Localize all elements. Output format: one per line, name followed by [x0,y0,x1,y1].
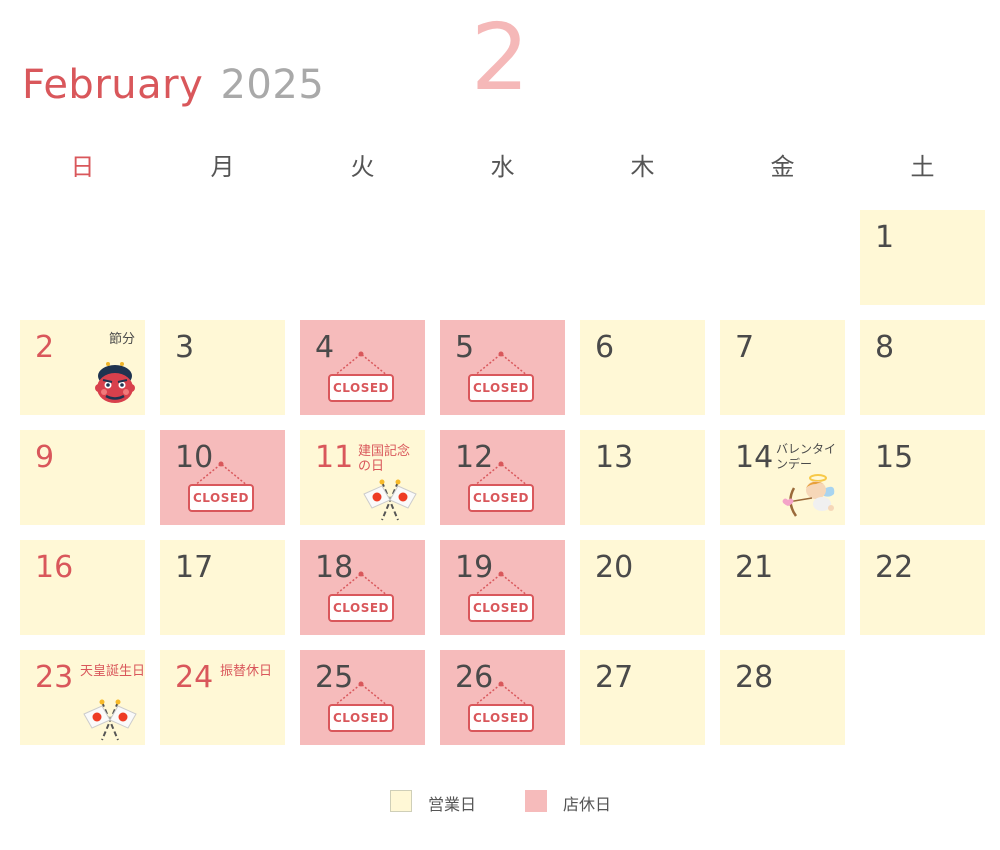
day-cell-19[interactable]: 19 CLOSED [440,540,565,635]
closed-sign-icon: CLOSED [468,350,534,404]
day-number: 7 [735,330,755,365]
day-cell-2[interactable]: 2 節分 [20,320,145,415]
closed-sign-label: CLOSED [328,594,394,622]
weekday-wed: 水 [490,153,515,181]
day-number: 27 [595,660,634,695]
day-note: バレンタインデー [776,442,837,471]
day-cell-11[interactable]: 11 建国記念の日 [300,430,425,525]
weekday-tue: 火 [350,153,375,181]
day-cell-5[interactable]: 5 CLOSED [440,320,565,415]
day-note: 建国記念の日 [358,444,411,474]
closed-sign-icon: CLOSED [468,460,534,514]
day-number: 28 [735,660,774,695]
weekday-sat: 土 [910,153,935,181]
calendar-title: February 2025 [22,62,324,108]
day-cell-22[interactable]: 22 [860,540,985,635]
day-number: 17 [175,550,214,585]
day-cell-10[interactable]: 10 CLOSED [160,430,285,525]
day-cell-12[interactable]: 12 CLOSED [440,430,565,525]
day-number: 3 [175,330,195,365]
cupid-icon [782,472,838,524]
day-cell-9[interactable]: 9 [20,430,145,525]
day-number: 11 [315,440,354,475]
weekday-fri: 金 [770,153,795,181]
day-number: 6 [595,330,615,365]
day-number: 9 [35,440,55,475]
weekday-mon: 月 [210,153,235,181]
closed-sign-label: CLOSED [328,374,394,402]
day-number: 14 [735,440,774,475]
month-name: February [22,62,204,108]
day-cell-15[interactable]: 15 [860,430,985,525]
day-number: 2 [35,330,55,365]
japan-flags-icon [362,478,418,526]
day-number: 23 [35,660,74,695]
closed-sign-icon: CLOSED [468,570,534,624]
closed-sign-icon: CLOSED [328,570,394,624]
day-cell-23[interactable]: 23 天皇誕生日 [20,650,145,745]
closed-sign-label: CLOSED [468,704,534,732]
closed-sign-label: CLOSED [188,484,254,512]
day-number: 1 [875,220,895,255]
day-cell-21[interactable]: 21 [720,540,845,635]
month-number: 2 [470,4,530,111]
oni-demon-icon [93,358,137,412]
weekday-thu: 木 [630,153,655,181]
closed-sign-icon: CLOSED [468,680,534,734]
day-number: 8 [875,330,895,365]
day-cell-27[interactable]: 27 [580,650,705,745]
legend-closed-label: 店休日 [563,795,612,814]
closed-sign-icon: CLOSED [188,460,254,514]
japan-flags-icon [82,698,138,746]
day-number: 15 [875,440,914,475]
legend-open-label: 営業日 [428,795,477,814]
closed-sign-label: CLOSED [328,704,394,732]
day-number: 22 [875,550,914,585]
day-note: 振替休日 [220,664,273,679]
day-note: 天皇誕生日 [80,664,146,679]
day-cell-18[interactable]: 18 CLOSED [300,540,425,635]
day-cell-14[interactable]: 14 バレンタインデー [720,430,845,525]
day-cell-25[interactable]: 25 CLOSED [300,650,425,745]
day-cell-28[interactable]: 28 [720,650,845,745]
closed-sign-label: CLOSED [468,594,534,622]
day-cell-1[interactable]: 1 [860,210,985,305]
day-number: 21 [735,550,774,585]
day-cell-3[interactable]: 3 [160,320,285,415]
closed-sign-label: CLOSED [468,484,534,512]
day-number: 16 [35,550,74,585]
day-cell-24[interactable]: 24 振替休日 [160,650,285,745]
day-cell-20[interactable]: 20 [580,540,705,635]
day-cell-4[interactable]: 4 CLOSED [300,320,425,415]
weekday-sun: 日 [70,153,95,181]
day-cell-16[interactable]: 16 [20,540,145,635]
day-cell-26[interactable]: 26 CLOSED [440,650,565,745]
legend-open-swatch [390,790,412,812]
day-number: 13 [595,440,634,475]
legend-closed-swatch [525,790,547,812]
closed-sign-label: CLOSED [468,374,534,402]
day-cell-17[interactable]: 17 [160,540,285,635]
day-number: 24 [175,660,214,695]
closed-sign-icon: CLOSED [328,680,394,734]
day-cell-6[interactable]: 6 [580,320,705,415]
closed-sign-icon: CLOSED [328,350,394,404]
year: 2025 [220,62,325,108]
day-cell-13[interactable]: 13 [580,430,705,525]
day-cell-8[interactable]: 8 [860,320,985,415]
day-cell-7[interactable]: 7 [720,320,845,415]
day-note: 節分 [108,332,135,347]
day-number: 20 [595,550,634,585]
